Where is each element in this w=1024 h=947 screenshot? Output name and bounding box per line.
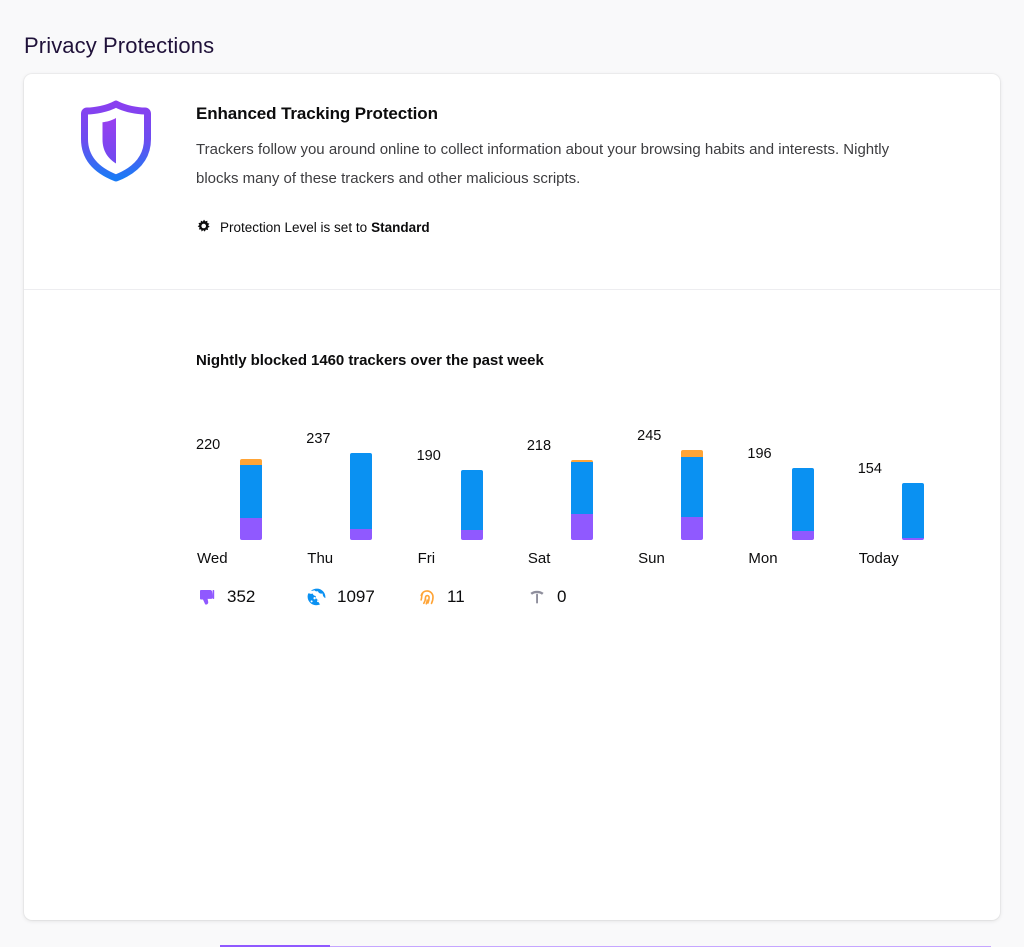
chart-heading: Nightly blocked 1460 trackers over the p… [196, 352, 544, 369]
chart-bar-stack [571, 460, 593, 540]
chart-bar-value: 220 [196, 437, 244, 453]
chart-bar-stack [461, 470, 483, 540]
etp-header-section: Enhanced Tracking Protection Trackers fo… [24, 74, 1000, 290]
chart-bar-segment [461, 530, 483, 540]
chart-bar-value: 196 [747, 446, 795, 462]
thumbs-down-icon [196, 586, 218, 608]
pickaxe-icon [526, 586, 548, 608]
chart-bar-segment [571, 462, 593, 514]
chart-bar-column: 218 [527, 390, 637, 540]
cookie-icon [306, 586, 328, 608]
chart-bars: 220 237 190 218 245 196 154 [196, 390, 968, 540]
tracker-category-tabs: 352 1097 11 0 [196, 586, 968, 608]
privacy-protections-card: Enhanced Tracking Protection Trackers fo… [24, 74, 1000, 920]
chart-bar-column: 154 [858, 390, 968, 540]
chart-day-label: Fri [417, 550, 527, 567]
shield-icon [76, 99, 156, 183]
legend-tab-social-media-trackers[interactable]: 352 [196, 586, 306, 608]
page-title: Privacy Protections [24, 33, 214, 59]
legend-tab-cookies[interactable]: 1097 [306, 586, 416, 608]
protection-level-value: Standard [371, 220, 430, 235]
chart-bar-segment [350, 529, 372, 540]
chart-day-labels: WedThuFriSatSunMonToday [196, 550, 968, 567]
chart-bar-segment [792, 531, 814, 540]
chart-bar-column: 245 [637, 390, 747, 540]
chart-bar-segment [461, 470, 483, 530]
chart-day-label: Today [858, 550, 968, 567]
chart-bar-value: 237 [306, 431, 354, 447]
chart-bar-stack [902, 483, 924, 540]
chart-bar-value: 218 [527, 438, 575, 454]
chart-day-label: Mon [747, 550, 857, 567]
chart-bar-segment [902, 538, 924, 540]
protection-level-label: Protection Level is set to [220, 220, 367, 235]
etp-header-text: Enhanced Tracking Protection Trackers fo… [196, 104, 936, 235]
legend-count: 1097 [337, 587, 375, 607]
chart-bar-segment [350, 453, 372, 529]
chart-day-label: Wed [196, 550, 306, 567]
chart-bar-column: 220 [196, 390, 306, 540]
chart-bar-value: 154 [858, 461, 906, 477]
chart-bar-segment [792, 468, 814, 531]
legend-count: 352 [227, 587, 255, 607]
chart-bar-segment [571, 514, 593, 540]
legend-tab-fingerprinters[interactable]: 11 [416, 586, 526, 608]
chart-bar-segment [681, 450, 703, 457]
chart-bar-stack [350, 453, 372, 540]
chart-day-label: Thu [306, 550, 416, 567]
privacy-protections-page: Privacy Protections [0, 0, 1024, 947]
chart-bar-segment [902, 483, 924, 538]
legend-count: 11 [447, 587, 465, 607]
chart-bar-column: 190 [417, 390, 527, 540]
chart-bar-stack [681, 450, 703, 540]
chart-bar-stack [240, 459, 262, 540]
chart-bar-column: 237 [306, 390, 416, 540]
weekly-tracker-chart: 220 237 190 218 245 196 154 WedThuFriSatSunMon… [196, 390, 968, 570]
chart-bar-stack [792, 468, 814, 540]
etp-title: Enhanced Tracking Protection [196, 104, 936, 124]
gear-icon [196, 219, 212, 235]
legend-count: 0 [557, 587, 566, 607]
chart-bar-segment [240, 465, 262, 518]
chart-bar-value: 245 [637, 428, 685, 444]
chart-bar-value: 190 [417, 448, 465, 464]
chart-bar-segment [240, 518, 262, 540]
fingerprint-icon [416, 586, 438, 608]
chart-bar-column: 196 [747, 390, 857, 540]
protection-level-row[interactable]: Protection Level is set to Standard [196, 219, 936, 235]
etp-description: Trackers follow you around online to col… [196, 135, 926, 193]
chart-bar-segment [681, 457, 703, 517]
chart-day-label: Sun [637, 550, 747, 567]
legend-tab-cryptominers[interactable]: 0 [526, 586, 636, 608]
chart-bar-segment [681, 517, 703, 540]
chart-day-label: Sat [527, 550, 637, 567]
